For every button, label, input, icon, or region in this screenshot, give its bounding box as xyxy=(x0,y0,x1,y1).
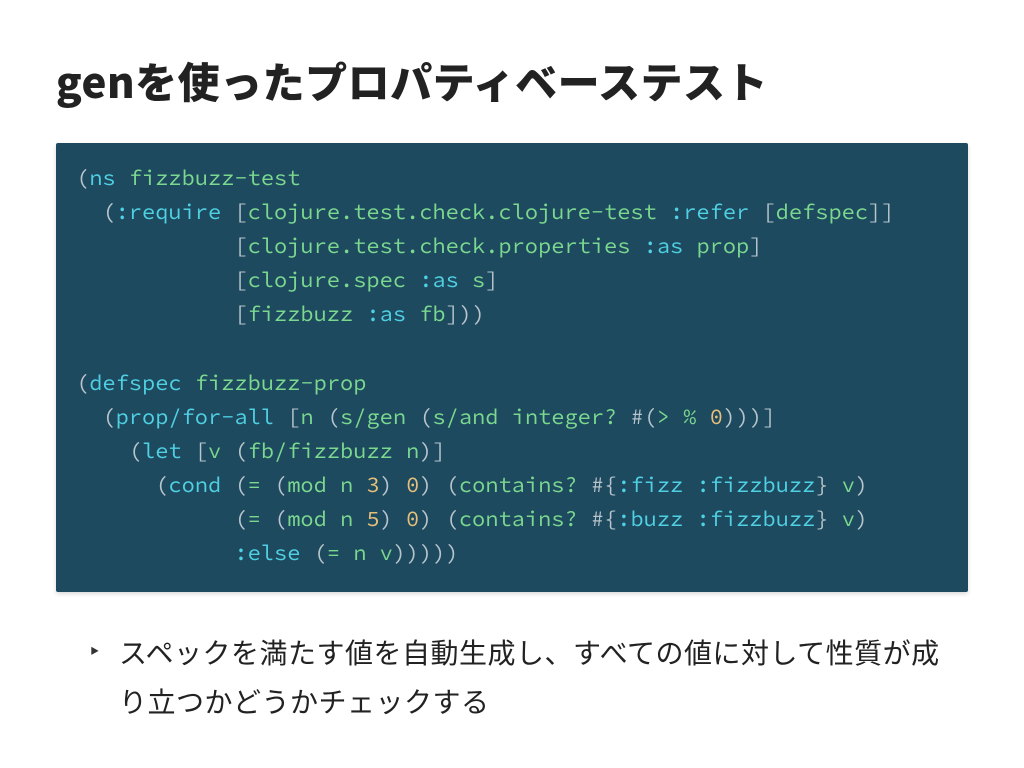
bullet-text: スペックを満たす値を自動生成し、すべての値に対して性質が成り立つかどうかチェック… xyxy=(119,628,968,726)
slide: genを使ったプロパティベーステスト (ns fizzbuzz-test (:r… xyxy=(0,0,1024,768)
slide-title: genを使ったプロパティベーステスト xyxy=(56,50,968,111)
bullet-marker-icon: ‣ xyxy=(88,634,101,666)
code-block: (ns fizzbuzz-test (:require [clojure.tes… xyxy=(56,143,968,592)
bullet-list: ‣ スペックを満たす値を自動生成し、すべての値に対して性質が成り立つかどうかチェ… xyxy=(56,628,968,726)
bullet-item: ‣ スペックを満たす値を自動生成し、すべての値に対して性質が成り立つかどうかチェ… xyxy=(88,628,968,726)
